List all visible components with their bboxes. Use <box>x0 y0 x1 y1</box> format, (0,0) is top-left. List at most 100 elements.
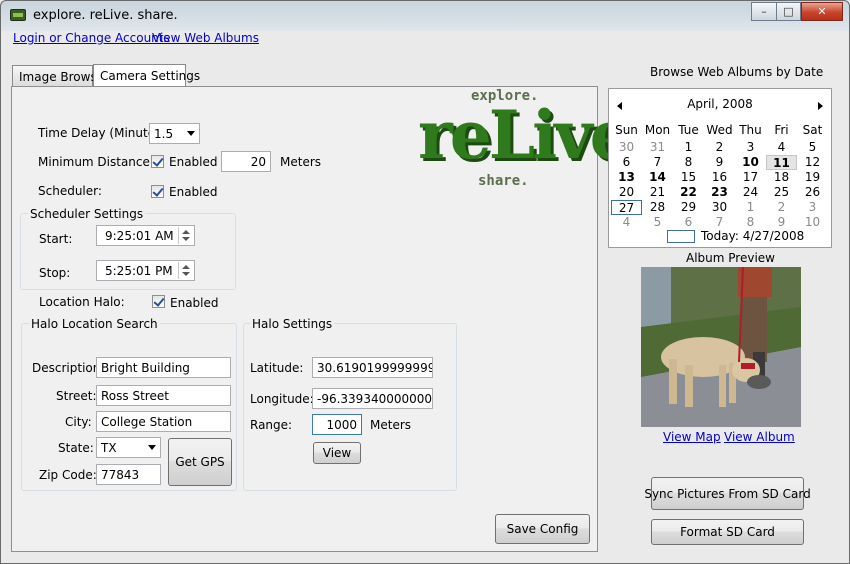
view-map-link[interactable]: View Map <box>663 430 721 444</box>
calendar-day[interactable]: 6 <box>673 215 704 230</box>
format-sd-card-button[interactable]: Format SD Card <box>651 519 804 545</box>
minimum-distance-unit: Meters <box>280 155 322 169</box>
calendar-day[interactable]: 20 <box>611 185 642 200</box>
day-of-week: Wed <box>706 123 733 137</box>
calendar-day[interactable]: 14 <box>642 170 673 185</box>
next-month-icon[interactable] <box>818 102 823 110</box>
view-button[interactable]: View <box>313 442 361 464</box>
zip-code-input[interactable]: 77843 <box>96 464 161 485</box>
calendar-day[interactable]: 28 <box>642 200 673 215</box>
calendar-day[interactable]: 18 <box>766 170 797 185</box>
calendar-day[interactable]: 9 <box>704 155 735 170</box>
calendar-day[interactable]: 31 <box>642 140 673 155</box>
minimize-icon: – <box>761 5 767 18</box>
calendar-day[interactable]: 25 <box>766 185 797 200</box>
range-unit: Meters <box>370 418 412 432</box>
calendar-day[interactable]: 8 <box>673 155 704 170</box>
calendar-day[interactable]: 4 <box>766 140 797 155</box>
calendar-day[interactable]: 16 <box>704 170 735 185</box>
state-select[interactable]: TX <box>96 437 161 458</box>
time-delay-select[interactable]: 1.5 <box>149 123 200 144</box>
calendar-day[interactable]: 4 <box>611 215 642 230</box>
calendar-day[interactable]: 30 <box>611 140 642 155</box>
tab-image-browser[interactable]: Image Browser <box>12 65 109 87</box>
calendar-day[interactable]: 13 <box>611 170 642 185</box>
calendar-day[interactable]: 2 <box>704 140 735 155</box>
logo-share-text: share. <box>478 173 529 189</box>
minimum-distance-input[interactable]: 20 <box>221 151 271 172</box>
street-input[interactable]: Ross Street <box>96 385 231 406</box>
start-time-picker[interactable]: 9:25:01 AM <box>96 225 195 246</box>
day-of-week: Thu <box>739 123 762 137</box>
latitude-input[interactable]: 30.619019999999999 <box>312 357 433 378</box>
calendar-day[interactable]: 22 <box>673 185 704 200</box>
view-web-albums-link[interactable]: View Web Albums <box>152 31 259 45</box>
calendar-day[interactable]: 7 <box>704 215 735 230</box>
calendar-day[interactable]: 7 <box>642 155 673 170</box>
view-album-link[interactable]: View Album <box>724 430 795 444</box>
album-preview-image[interactable] <box>641 267 801 427</box>
calendar-day[interactable]: 10 <box>735 155 766 170</box>
calendar-day[interactable]: 1 <box>673 140 704 155</box>
album-preview-heading: Album Preview <box>686 251 775 265</box>
today-label[interactable]: Today: 4/27/2008 <box>701 229 804 243</box>
minimum-distance-checkbox[interactable] <box>151 155 164 168</box>
minimum-distance-label: Minimum Distance: <box>38 155 154 169</box>
calendar-month-title[interactable]: April, 2008 <box>609 97 831 111</box>
day-of-week: Mon <box>644 123 671 137</box>
calendar-day[interactable]: 8 <box>735 215 766 230</box>
start-time-spinner[interactable] <box>178 227 193 244</box>
calendar-day[interactable]: 11 <box>766 155 797 170</box>
calendar-day[interactable]: 21 <box>642 185 673 200</box>
city-input[interactable]: College Station <box>96 411 231 432</box>
close-button[interactable]: ✕ <box>801 2 843 21</box>
day-of-week: Sat <box>802 123 823 137</box>
calendar-day[interactable]: 29 <box>673 200 704 215</box>
start-time-value: 9:25:01 AM <box>105 229 174 243</box>
close-icon: ✕ <box>817 5 827 18</box>
stop-time-value: 5:25:01 PM <box>105 264 173 278</box>
maximize-button[interactable]: □ <box>776 2 801 21</box>
calendar-day[interactable]: 3 <box>797 200 828 215</box>
calendar-day[interactable]: 23 <box>704 185 735 200</box>
month-calendar[interactable]: April, 2008 Sun Mon Tue Wed Thu Fri Sat … <box>608 88 832 248</box>
calendar-day[interactable]: 26 <box>797 185 828 200</box>
location-halo-enabled-label: Enabled <box>170 296 219 310</box>
location-halo-checkbox[interactable] <box>152 295 165 308</box>
login-link[interactable]: Login or Change Accounts <box>13 31 170 45</box>
camera-settings-panel: explore. reLive. share. Time Delay (Minu… <box>11 86 652 552</box>
calendar-day[interactable]: 12 <box>797 155 828 170</box>
stop-label: Stop: <box>39 266 71 280</box>
calendar-day[interactable]: 30 <box>704 200 735 215</box>
calendar-day[interactable]: 15 <box>673 170 704 185</box>
calendar-day[interactable]: 10 <box>797 215 828 230</box>
calendar-day[interactable]: 17 <box>735 170 766 185</box>
dog-photo <box>641 267 801 427</box>
stop-time-picker[interactable]: 5:25:01 PM <box>96 260 195 281</box>
longitude-input[interactable]: -96.339340000000007 <box>312 388 433 409</box>
calendar-day[interactable]: 5 <box>797 140 828 155</box>
scheduler-checkbox[interactable] <box>151 185 164 198</box>
title-bar[interactable]: explore. reLive. share. – □ ✕ <box>1 1 849 31</box>
calendar-day[interactable]: 6 <box>611 155 642 170</box>
calendar-day[interactable]: 9 <box>766 215 797 230</box>
calendar-day[interactable]: 27 <box>611 200 642 215</box>
calendar-heading: Browse Web Albums by Date <box>650 65 824 79</box>
minimize-button[interactable]: – <box>751 2 777 21</box>
calendar-day[interactable]: 1 <box>735 200 766 215</box>
calendar-day[interactable]: 5 <box>642 215 673 230</box>
description-input[interactable]: Bright Building <box>96 357 231 378</box>
calendar-day[interactable]: 2 <box>766 200 797 215</box>
get-gps-button[interactable]: Get GPS <box>168 438 232 486</box>
calendar-day[interactable]: 24 <box>735 185 766 200</box>
range-input[interactable]: 1000 <box>312 414 362 435</box>
save-config-button[interactable]: Save Config <box>495 514 590 544</box>
tab-camera-settings[interactable]: Camera Settings <box>93 64 200 87</box>
calendar-day[interactable]: 3 <box>735 140 766 155</box>
sync-sd-card-button[interactable]: Sync Pictures From SD Card <box>644 477 811 510</box>
calendar-day[interactable]: 19 <box>797 170 828 185</box>
city-label: City: <box>65 415 92 429</box>
chevron-down-icon <box>187 131 195 136</box>
stop-time-spinner[interactable] <box>178 262 193 279</box>
halo-location-search-title: Halo Location Search <box>29 317 160 331</box>
